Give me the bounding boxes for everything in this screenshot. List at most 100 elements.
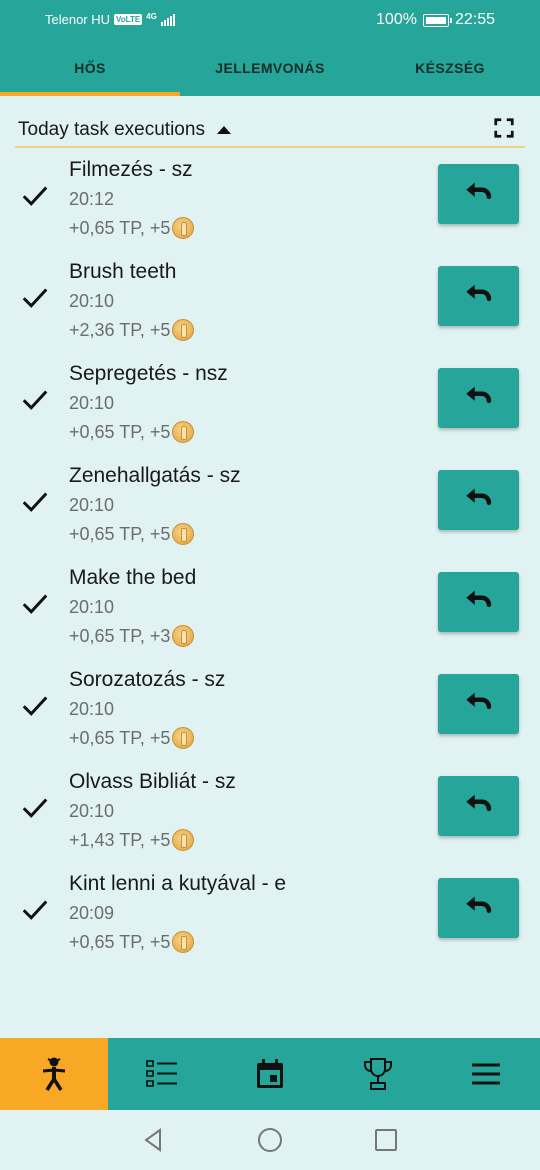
coin-icon <box>172 421 195 443</box>
system-nav <box>0 1110 540 1170</box>
bottom-nav <box>0 1038 540 1110</box>
trophy-icon <box>364 1058 392 1090</box>
reward-text: +0,65 TP, +5 <box>69 217 171 238</box>
task-list: Filmezés - sz 20:12 +0,65 TP, +5 Brush t… <box>0 150 540 966</box>
status-left: Telenor HU VoLTE 4G <box>45 12 175 27</box>
task-title: Make the bed <box>69 566 197 589</box>
coin-icon <box>172 319 195 341</box>
battery-percent: 100% <box>376 11 417 28</box>
task-reward: +0,65 TP, +5 <box>69 727 195 749</box>
undo-button[interactable] <box>438 164 519 224</box>
task-title: Olvass Bibliát - sz <box>69 770 236 793</box>
reward-text: +0,65 TP, +5 <box>69 421 171 442</box>
nav-calendar[interactable] <box>216 1038 324 1110</box>
back-icon[interactable] <box>140 1126 168 1154</box>
check-icon <box>22 186 48 206</box>
list-item: Sepregetés - nsz 20:10 +0,65 TP, +5 <box>0 354 540 456</box>
task-title: Kint lenni a kutyával - e <box>69 872 287 895</box>
task-title: Sorozatozás - sz <box>69 668 226 691</box>
reward-text: +2,36 TP, +5 <box>69 319 171 340</box>
volte-badge: VoLTE <box>114 14 143 25</box>
check-icon <box>22 594 48 614</box>
task-reward: +0,65 TP, +5 <box>69 217 195 239</box>
task-reward: +0,65 TP, +5 <box>69 931 195 953</box>
nav-hero[interactable] <box>0 1038 108 1110</box>
task-time: 20:10 <box>69 801 115 821</box>
tab-bar: HŐS JELLEMVONÁS KÉSZSÉG <box>0 40 540 96</box>
task-reward: +2,36 TP, +5 <box>69 319 195 341</box>
task-reward: +1,43 TP, +5 <box>69 829 195 851</box>
task-reward: +0,65 TP, +3 <box>69 625 195 647</box>
list-item: Filmezés - sz 20:12 +0,65 TP, +5 <box>0 150 540 252</box>
undo-button[interactable] <box>438 674 519 734</box>
list-item: Olvass Bibliát - sz 20:10 +1,43 TP, +5 <box>0 762 540 864</box>
reward-text: +0,65 TP, +5 <box>69 523 171 544</box>
undo-icon <box>465 182 491 200</box>
reward-text: +0,65 TP, +5 <box>69 727 171 748</box>
clock: 22:55 <box>454 11 495 28</box>
task-time: 20:10 <box>69 597 115 617</box>
task-time: 20:10 <box>69 291 115 311</box>
task-reward: +0,65 TP, +5 <box>69 523 195 545</box>
signal-icon <box>160 13 175 26</box>
fullscreen-icon[interactable] <box>493 117 515 139</box>
reward-text: +0,65 TP, +3 <box>69 625 171 646</box>
undo-button[interactable] <box>438 368 519 428</box>
battery-icon <box>422 13 452 27</box>
coin-icon <box>172 727 195 749</box>
task-time: 20:10 <box>69 699 115 719</box>
undo-button[interactable] <box>438 470 519 530</box>
undo-icon <box>465 590 491 608</box>
coin-icon <box>172 523 195 545</box>
undo-button[interactable] <box>438 266 519 326</box>
task-title: Sepregetés - nsz <box>69 362 228 385</box>
status-right: 100% 22:55 <box>376 11 495 29</box>
task-title: Brush teeth <box>69 260 177 283</box>
tab-hos[interactable]: HŐS <box>0 40 180 96</box>
caret-up-icon <box>216 126 231 134</box>
coin-icon <box>172 931 195 953</box>
status-bar: Telenor HU VoLTE 4G 100% 22:55 <box>0 0 540 40</box>
undo-icon <box>465 488 491 506</box>
undo-button[interactable] <box>438 572 519 632</box>
undo-icon <box>465 386 491 404</box>
section-toggle[interactable]: Today task executions <box>18 119 231 141</box>
home-icon[interactable] <box>256 1126 284 1154</box>
section-title: Today task executions <box>18 119 205 140</box>
check-icon <box>22 390 48 410</box>
task-reward: +0,65 TP, +5 <box>69 421 195 443</box>
nav-tasks[interactable] <box>108 1038 216 1110</box>
task-time: 20:10 <box>69 393 115 413</box>
coin-icon <box>172 829 195 851</box>
task-list-icon <box>146 1060 177 1087</box>
undo-button[interactable] <box>438 776 519 836</box>
reward-text: +0,65 TP, +5 <box>69 931 171 952</box>
task-time: 20:10 <box>69 495 115 515</box>
undo-icon <box>465 284 491 302</box>
nav-menu[interactable] <box>432 1038 540 1110</box>
list-item: Sorozatozás - sz 20:10 +0,65 TP, +5 <box>0 660 540 762</box>
tab-keszseg[interactable]: KÉSZSÉG <box>360 40 540 96</box>
coin-icon <box>172 625 195 647</box>
undo-icon <box>465 794 491 812</box>
reward-text: +1,43 TP, +5 <box>69 829 171 850</box>
task-time: 20:12 <box>69 189 115 209</box>
check-icon <box>22 288 48 308</box>
nav-achievements[interactable] <box>324 1038 432 1110</box>
calendar-icon <box>257 1059 283 1088</box>
check-icon <box>22 798 48 818</box>
carrier-label: Telenor HU <box>45 12 111 27</box>
task-title: Zenehallgatás - sz <box>69 464 241 487</box>
tab-jellemvonas[interactable]: JELLEMVONÁS <box>180 40 360 96</box>
list-item: Zenehallgatás - sz 20:10 +0,65 TP, +5 <box>0 456 540 558</box>
list-item: Kint lenni a kutyával - e 20:09 +0,65 TP… <box>0 864 540 966</box>
coin-icon <box>172 217 195 239</box>
task-time: 20:09 <box>69 903 115 923</box>
menu-icon <box>472 1063 500 1085</box>
list-item: Make the bed 20:10 +0,65 TP, +3 <box>0 558 540 660</box>
undo-button[interactable] <box>438 878 519 938</box>
recents-icon[interactable] <box>372 1126 400 1154</box>
task-title: Filmezés - sz <box>69 158 193 181</box>
list-item: Brush teeth 20:10 +2,36 TP, +5 <box>0 252 540 354</box>
network-type: 4G <box>146 12 157 21</box>
